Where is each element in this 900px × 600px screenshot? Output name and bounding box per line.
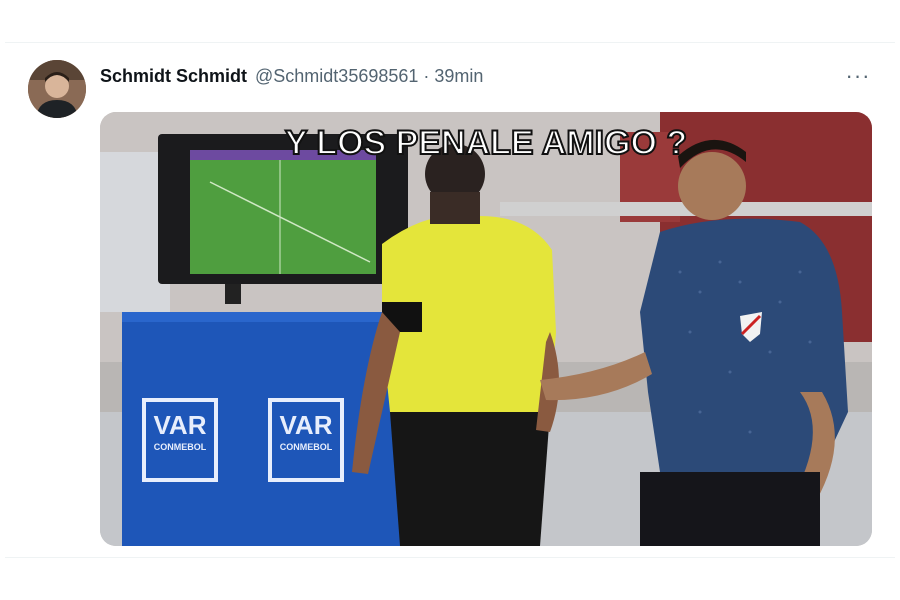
var-logo-subtext: CONMEBOL <box>153 442 207 452</box>
separator-dot: · <box>423 65 430 86</box>
meme-caption: Y LOS PENALE AMIGO ? <box>284 123 688 163</box>
meme-scene <box>100 112 872 546</box>
user-handle[interactable]: @Schmidt35698561 <box>255 66 418 87</box>
avatar[interactable] <box>28 60 86 118</box>
display-name[interactable]: Schmidt Schmidt <box>100 66 247 87</box>
tweet-media-image[interactable]: Y LOS PENALE AMIGO ? VAR CONMEBOL VAR CO… <box>100 112 872 546</box>
var-logo-text: VAR <box>279 410 333 440</box>
tweet-header: Schmidt Schmidt @Schmidt35698561 · 39min <box>100 64 483 88</box>
more-options-icon[interactable]: ··· <box>838 62 878 90</box>
var-logo-subtext: CONMEBOL <box>279 442 333 452</box>
var-logo-text: VAR <box>153 410 207 440</box>
timestamp[interactable]: 39min <box>434 66 483 87</box>
